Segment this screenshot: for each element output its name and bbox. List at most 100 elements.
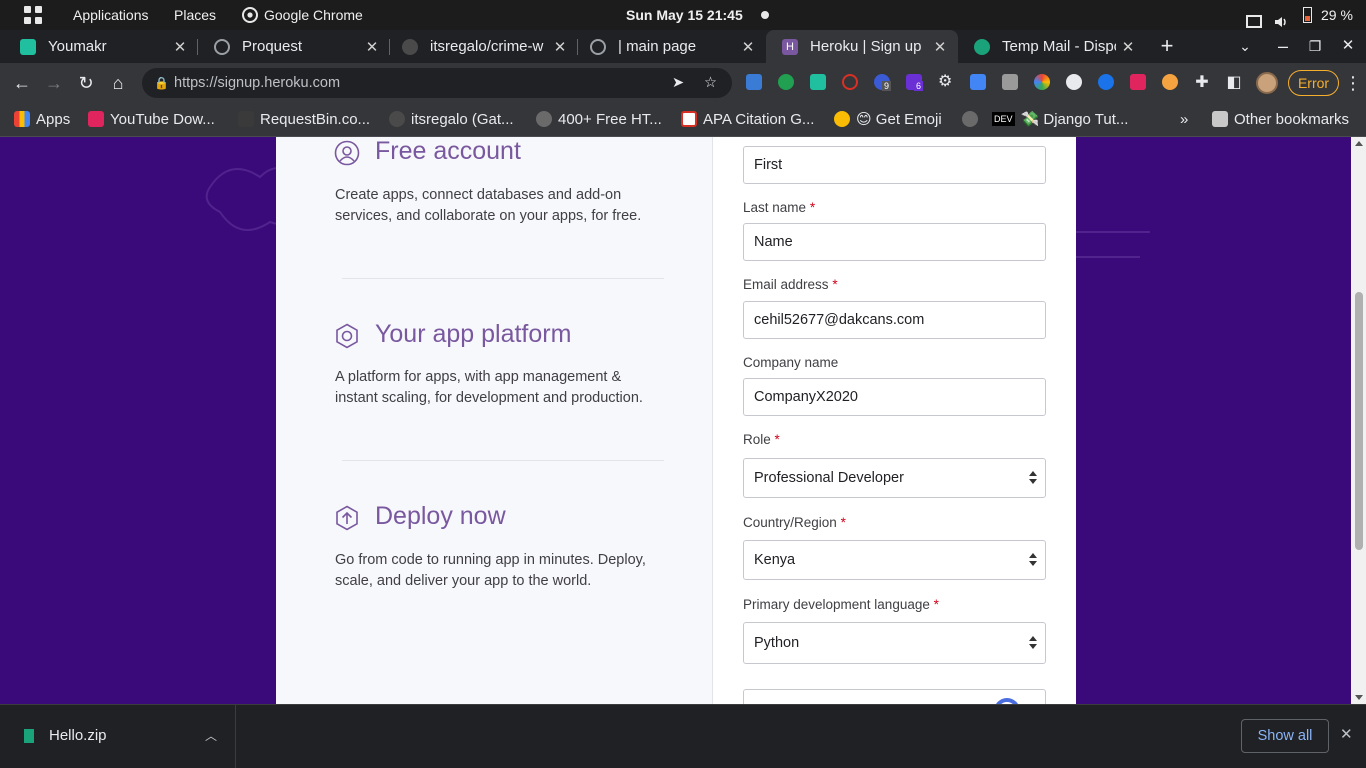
error-button[interactable]: Error: [1288, 70, 1339, 96]
extension-s-icon[interactable]: [746, 74, 762, 90]
bookmark-label: APA Citation G...: [703, 111, 815, 128]
bookmark-label: 💸 Django Tut...: [1020, 111, 1129, 128]
profile-avatar[interactable]: [1256, 72, 1278, 94]
country-label: Country/Region *: [743, 515, 846, 530]
extension-c-icon[interactable]: [842, 74, 858, 90]
extension-bird-icon[interactable]: [810, 74, 826, 90]
browser-toolbar: ← → ↻ ⌂ 🔒 https://signup.heroku.com ➤ ☆ …: [0, 63, 1366, 103]
home-icon[interactable]: ⌂: [106, 71, 130, 95]
globe-icon: [214, 38, 230, 55]
extension-b-icon[interactable]: [778, 74, 794, 90]
lock-icon: 🔒: [154, 76, 169, 90]
label-text: Role: [743, 432, 771, 447]
download-item[interactable]: Hello.zip ︿: [0, 705, 236, 768]
last-name-field[interactable]: Name: [743, 223, 1046, 261]
recaptcha-box[interactable]: [743, 689, 1046, 704]
tab-search-chevron-icon[interactable]: ⌄: [1233, 34, 1257, 58]
bookmark-400-free-html[interactable]: 400+ Free HT...: [536, 103, 662, 136]
extension-badge-9-icon[interactable]: 9: [874, 74, 892, 91]
reload-icon[interactable]: ↻: [74, 71, 98, 95]
extension-color-icon[interactable]: [1034, 74, 1050, 90]
country-select[interactable]: Kenya: [743, 540, 1046, 580]
extensions-puzzle-icon[interactable]: ✚: [1190, 71, 1214, 95]
extension-shazam-icon[interactable]: [1098, 74, 1114, 90]
bookmark-itsregalo[interactable]: itsregalo (Gat...: [389, 103, 514, 136]
bookmarks-overflow-icon[interactable]: »: [1180, 103, 1188, 136]
address-bar[interactable]: 🔒 https://signup.heroku.com ➤ ☆: [142, 68, 732, 98]
scrollbar-thumb[interactable]: [1355, 292, 1363, 550]
bookmark-label: 400+ Free HT...: [558, 111, 662, 128]
active-app-label: Google Chrome: [264, 7, 363, 23]
tab-heroku-signup[interactable]: H Heroku | Sign up ✕: [766, 30, 958, 63]
active-app-menu[interactable]: Google Chrome: [242, 0, 363, 30]
send-icon[interactable]: ➤: [672, 68, 684, 98]
tab-youmakr[interactable]: Youmakr ✕: [4, 30, 198, 63]
tab-proquest[interactable]: Proquest ✕: [198, 30, 390, 63]
features-panel: Free account Create apps, connect databa…: [276, 137, 713, 704]
bookmark-requestbin[interactable]: RequestBin.co...: [238, 103, 370, 136]
language-select[interactable]: Python: [743, 622, 1046, 664]
close-tab-icon[interactable]: ✕: [548, 38, 572, 56]
bookmark-youtube-dow[interactable]: YouTube Dow...: [88, 103, 215, 136]
battery-icon[interactable]: [1303, 7, 1312, 23]
label-text: Country/Region: [743, 515, 837, 530]
close-tab-icon[interactable]: ✕: [168, 38, 192, 56]
new-tab-icon[interactable]: +: [1155, 34, 1179, 58]
bookmark-apps[interactable]: Apps: [14, 103, 70, 136]
forward-icon[interactable]: →: [42, 71, 66, 95]
company-label: Company name: [743, 355, 839, 370]
side-panel-icon[interactable]: ◧: [1222, 71, 1246, 95]
extension-translate-icon[interactable]: [970, 74, 986, 90]
signup-card: Free account Create apps, connect databa…: [276, 137, 1076, 704]
close-window-icon[interactable]: ✕: [1336, 34, 1360, 58]
badge-count: 9: [882, 81, 892, 91]
show-all-button[interactable]: Show all: [1241, 719, 1329, 753]
close-tab-icon[interactable]: ✕: [736, 38, 760, 56]
back-icon[interactable]: ←: [10, 71, 34, 95]
close-tab-icon[interactable]: ✕: [360, 38, 384, 56]
scroll-down-icon[interactable]: [1355, 695, 1363, 700]
places-menu[interactable]: Places: [174, 0, 216, 30]
chevron-up-icon[interactable]: ︿: [205, 727, 217, 744]
bookmarks-bar: Apps YouTube Dow... RequestBin.co... its…: [0, 103, 1366, 137]
tab-main-page[interactable]: | main page ✕: [574, 30, 766, 63]
role-select[interactable]: Professional Developer: [743, 458, 1046, 498]
extension-cookie-icon[interactable]: [1162, 74, 1178, 90]
role-selected-value: Professional Developer: [754, 470, 904, 486]
company-field[interactable]: CompanyX2020: [743, 378, 1046, 416]
email-field[interactable]: cehil52677@dakcans.com: [743, 301, 1046, 339]
extension-gear-icon[interactable]: ⚙: [938, 74, 954, 90]
extension-pink-icon[interactable]: [1130, 74, 1146, 90]
apa-icon: [681, 111, 697, 127]
extension-circle-icon[interactable]: [1066, 74, 1082, 90]
bookmark-apa-citation[interactable]: APA Citation G...: [681, 103, 814, 136]
close-tab-icon[interactable]: ✕: [1116, 38, 1140, 56]
clock[interactable]: Sun May 15 21:45: [626, 0, 743, 30]
applications-menu[interactable]: Applications: [73, 0, 149, 30]
page-scrollbar[interactable]: [1351, 137, 1366, 704]
feature-description: A platform for apps, with app management…: [335, 369, 643, 406]
country-selected-value: Kenya: [754, 552, 796, 568]
extension-badge-6-icon[interactable]: 6: [906, 74, 924, 91]
restore-icon[interactable]: ❐: [1303, 34, 1327, 58]
minimize-icon[interactable]: –: [1271, 34, 1295, 58]
divider: [342, 278, 664, 279]
page-viewport: Free account Create apps, connect databa…: [0, 137, 1366, 704]
other-bookmarks[interactable]: Other bookmarks: [1212, 103, 1349, 136]
tab-github[interactable]: itsregalo/crime-w ✕: [386, 30, 578, 63]
bookmark-star-icon[interactable]: ☆: [704, 68, 717, 98]
close-tab-icon[interactable]: ✕: [928, 38, 952, 56]
tab-title: Temp Mail - Dispo: [1002, 38, 1116, 55]
bookmark-django-tut[interactable]: DEV 💸 Django Tut...: [992, 103, 1128, 136]
scroll-up-icon[interactable]: [1355, 141, 1363, 146]
menu-kebab-icon[interactable]: ⋮: [1341, 71, 1365, 95]
close-downloads-icon[interactable]: ✕: [1340, 725, 1353, 743]
extension-download-icon[interactable]: [1002, 74, 1018, 90]
bookmark-get-emoji[interactable]: 😊 Get Emoji: [834, 103, 942, 136]
app-grid-icon[interactable]: [24, 6, 42, 24]
bookmark-globe[interactable]: [962, 103, 984, 136]
youmakr-favicon-icon: [20, 38, 36, 55]
select-arrows-icon: [1029, 552, 1037, 568]
first-name-field[interactable]: First: [743, 146, 1046, 184]
tab-temp-mail[interactable]: Temp Mail - Dispo ✕: [958, 30, 1146, 63]
